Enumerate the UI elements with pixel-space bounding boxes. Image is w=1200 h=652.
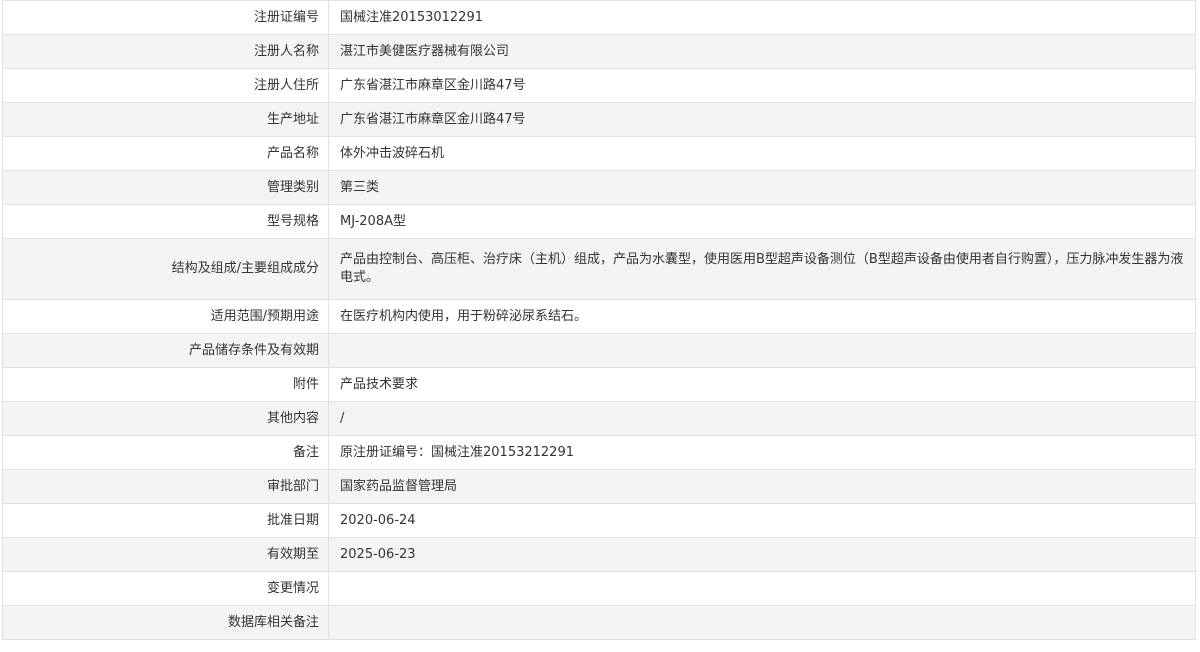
row-value xyxy=(328,333,1196,368)
row-value: MJ-208A型 xyxy=(328,204,1196,239)
row-value: 体外冲击波碎石机 xyxy=(328,136,1196,171)
row-label: 数据库相关备注 xyxy=(2,605,329,640)
row-attachment: 附件 产品技术要求 xyxy=(2,367,1196,402)
row-label: 有效期至 xyxy=(2,537,329,572)
row-label: 型号规格 xyxy=(2,204,329,239)
row-value: 广东省湛江市麻章区金川路47号 xyxy=(328,102,1196,137)
row-label: 适用范围/预期用途 xyxy=(2,299,329,334)
row-label: 备注 xyxy=(2,435,329,470)
row-value xyxy=(328,605,1196,640)
row-management-category: 管理类别 第三类 xyxy=(2,170,1196,205)
row-value: 原注册证编号：国械注准20153212291 xyxy=(328,435,1196,470)
row-database-remarks: 数据库相关备注 xyxy=(2,605,1196,640)
row-other-content: 其他内容 / xyxy=(2,401,1196,436)
row-label: 结构及组成/主要组成成分 xyxy=(2,238,329,300)
row-valid-until: 有效期至 2025-06-23 xyxy=(2,537,1196,572)
row-value: 在医疗机构内使用，用于粉碎泌尿系结石。 xyxy=(328,299,1196,334)
row-value: 国械注准20153012291 xyxy=(328,0,1196,35)
row-label: 产品名称 xyxy=(2,136,329,171)
row-registration-number: 注册证编号 国械注准20153012291 xyxy=(2,0,1196,35)
row-model-spec: 型号规格 MJ-208A型 xyxy=(2,204,1196,239)
row-value: 湛江市美健医疗器械有限公司 xyxy=(328,34,1196,69)
row-label: 批准日期 xyxy=(2,503,329,538)
row-approval-department: 审批部门 国家药品监督管理局 xyxy=(2,469,1196,504)
row-label: 其他内容 xyxy=(2,401,329,436)
row-value: 产品技术要求 xyxy=(328,367,1196,402)
row-registrant-address: 注册人住所 广东省湛江市麻章区金川路47号 xyxy=(2,68,1196,103)
row-product-name: 产品名称 体外冲击波碎石机 xyxy=(2,136,1196,171)
row-value xyxy=(328,571,1196,606)
row-label: 变更情况 xyxy=(2,571,329,606)
row-approval-date: 批准日期 2020-06-24 xyxy=(2,503,1196,538)
row-storage-validity: 产品储存条件及有效期 xyxy=(2,333,1196,368)
row-value: 产品由控制台、高压柜、治疗床（主机）组成，产品为水囊型，使用医用B型超声设备测位… xyxy=(328,238,1196,300)
registration-detail-table: 注册证编号 国械注准20153012291 注册人名称 湛江市美健医疗器械有限公… xyxy=(2,0,1196,640)
row-production-address: 生产地址 广东省湛江市麻章区金川路47号 xyxy=(2,102,1196,137)
row-label: 注册证编号 xyxy=(2,0,329,35)
registration-detail-panel: 注册证编号 国械注准20153012291 注册人名称 湛江市美健医疗器械有限公… xyxy=(2,0,1196,640)
row-change-status: 变更情况 xyxy=(2,571,1196,606)
row-value: 国家药品监督管理局 xyxy=(328,469,1196,504)
row-value: / xyxy=(328,401,1196,436)
row-remarks: 备注 原注册证编号：国械注准20153212291 xyxy=(2,435,1196,470)
row-label: 注册人名称 xyxy=(2,34,329,69)
row-label: 附件 xyxy=(2,367,329,402)
row-registrant-name: 注册人名称 湛江市美健医疗器械有限公司 xyxy=(2,34,1196,69)
row-label: 审批部门 xyxy=(2,469,329,504)
row-value: 第三类 xyxy=(328,170,1196,205)
row-label: 生产地址 xyxy=(2,102,329,137)
row-value: 2025-06-23 xyxy=(328,537,1196,572)
row-structure-composition: 结构及组成/主要组成成分 产品由控制台、高压柜、治疗床（主机）组成，产品为水囊型… xyxy=(2,238,1196,300)
row-value: 2020-06-24 xyxy=(328,503,1196,538)
row-label: 管理类别 xyxy=(2,170,329,205)
row-label: 产品储存条件及有效期 xyxy=(2,333,329,368)
row-label: 注册人住所 xyxy=(2,68,329,103)
row-value: 广东省湛江市麻章区金川路47号 xyxy=(328,68,1196,103)
row-intended-use: 适用范围/预期用途 在医疗机构内使用，用于粉碎泌尿系结石。 xyxy=(2,299,1196,334)
